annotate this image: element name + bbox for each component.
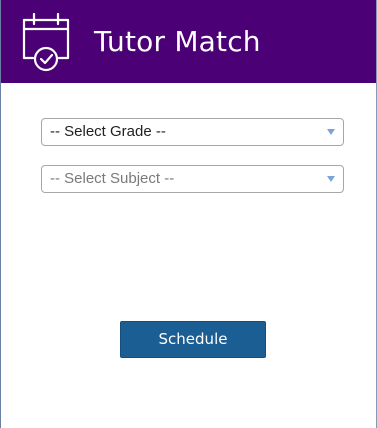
grade-select[interactable]: -- Select Grade -- (41, 118, 344, 146)
schedule-button[interactable]: Schedule (120, 321, 266, 358)
subject-select-value: -- Select Subject -- (50, 170, 175, 187)
chevron-down-icon (327, 176, 335, 182)
tutor-match-app: Tutor Match -- Select Grade -- -- Select… (0, 0, 377, 428)
app-header: Tutor Match (1, 0, 376, 83)
chevron-down-icon (327, 129, 335, 135)
calendar-check-icon (22, 12, 70, 72)
app-title: Tutor Match (94, 25, 261, 58)
grade-select-value: -- Select Grade -- (50, 123, 166, 140)
subject-select[interactable]: -- Select Subject -- (41, 165, 344, 193)
